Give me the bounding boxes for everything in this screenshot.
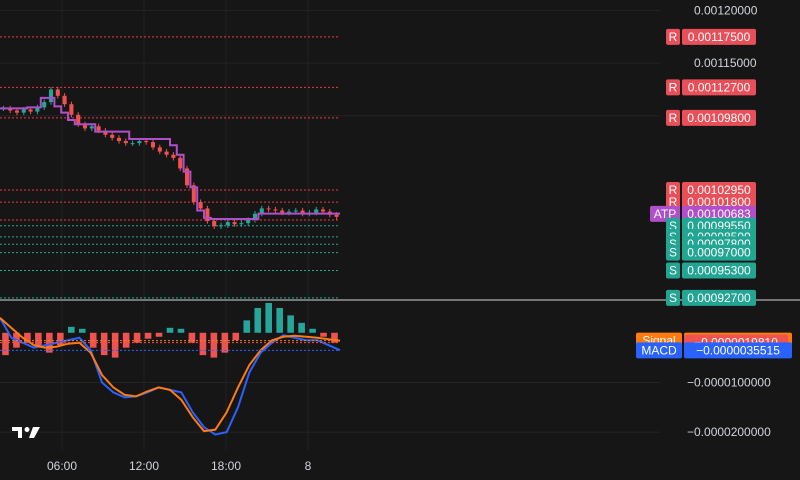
histogram-bar bbox=[144, 332, 152, 339]
candle-body bbox=[28, 109, 33, 112]
histogram-bar bbox=[177, 328, 185, 333]
candle-body bbox=[110, 134, 115, 138]
tag-value: 0.00095300 bbox=[687, 264, 751, 278]
axis-tags: R 0.00117500R 0.00112700R 0.00109800R 0.0010… bbox=[636, 28, 792, 359]
candle-body bbox=[232, 222, 237, 225]
level-tag: R 0.00112700 bbox=[666, 79, 756, 96]
tag-value: 0.00117500 bbox=[688, 30, 751, 44]
level-tag: S 0.00097000 bbox=[666, 244, 756, 261]
level-tag: MACD −0.0000035515 bbox=[636, 342, 792, 359]
candle-body bbox=[55, 89, 60, 96]
histogram-bar bbox=[166, 327, 174, 333]
candle-body bbox=[280, 210, 285, 213]
histogram-bar bbox=[254, 307, 262, 333]
grid bbox=[0, 0, 660, 450]
tag-value: 0.00092700 bbox=[687, 291, 751, 305]
macd-tick-label: −0.0000200000 bbox=[687, 425, 771, 439]
candle-body bbox=[157, 147, 162, 152]
histogram-bar bbox=[210, 332, 218, 358]
candle-body bbox=[21, 109, 26, 113]
price-levels bbox=[0, 36, 340, 299]
trading-chart[interactable]: 0.001200000.001150000.00110000−0.0000100… bbox=[0, 0, 800, 480]
histogram-bar bbox=[68, 326, 75, 333]
candle-body bbox=[212, 221, 217, 227]
histogram-bar bbox=[309, 328, 316, 333]
tag-value: −0.0000035515 bbox=[696, 343, 780, 357]
candle-body bbox=[205, 208, 210, 222]
tag-label: R bbox=[669, 30, 678, 44]
histogram-bar bbox=[78, 328, 86, 333]
candle-body bbox=[48, 89, 54, 103]
price-tick-label: 0.00120000 bbox=[694, 4, 758, 18]
histogram-bar bbox=[243, 320, 251, 333]
histogram-bar bbox=[188, 332, 196, 343]
candle-body bbox=[178, 157, 183, 169]
candle-body bbox=[69, 104, 74, 115]
histogram-bar bbox=[199, 332, 207, 356]
histogram-bar bbox=[276, 307, 283, 333]
histogram-bar bbox=[2, 332, 9, 356]
candle-body bbox=[116, 137, 122, 142]
time-tick-label: 8 bbox=[305, 459, 312, 473]
histogram-bar bbox=[100, 332, 108, 356]
candle-body bbox=[171, 154, 176, 158]
candle-body bbox=[246, 220, 251, 224]
histogram-bar bbox=[298, 322, 305, 333]
tag-label: S bbox=[669, 264, 677, 278]
tag-label: S bbox=[669, 246, 677, 260]
tag-label: S bbox=[669, 291, 677, 305]
time-tick-label: 18:00 bbox=[211, 459, 241, 473]
level-tag: S 0.00095300 bbox=[666, 262, 756, 279]
candle-body bbox=[164, 151, 169, 155]
candle-body bbox=[42, 102, 47, 108]
time-tick-label: 12:00 bbox=[129, 459, 159, 473]
candle-body bbox=[314, 209, 319, 213]
candle-body bbox=[130, 143, 135, 145]
tag-value: 0.00097000 bbox=[687, 246, 751, 260]
candle-body bbox=[218, 225, 224, 227]
tag-label: MACD bbox=[641, 343, 677, 357]
logo-mark-dot bbox=[24, 427, 30, 432]
level-tag: S 0.00092700 bbox=[666, 289, 756, 306]
candle-body bbox=[123, 141, 128, 144]
candle-body bbox=[14, 110, 20, 113]
candles bbox=[1, 86, 339, 229]
candle-body bbox=[144, 141, 149, 143]
candle-body bbox=[150, 142, 156, 148]
candle-body bbox=[266, 208, 271, 210]
level-tag: R 0.00117500 bbox=[666, 28, 756, 45]
candle-body bbox=[334, 214, 339, 217]
chart-canvas[interactable]: 0.001200000.001150000.00110000−0.0000100… bbox=[0, 0, 800, 480]
histogram-bar bbox=[111, 332, 119, 358]
candle-body bbox=[76, 114, 81, 125]
histogram-bar bbox=[320, 332, 327, 337]
candle-body bbox=[198, 202, 203, 209]
price-tick-label: 0.00115000 bbox=[694, 56, 757, 70]
time-tick-label: 06:00 bbox=[47, 459, 77, 473]
candle-body bbox=[62, 95, 67, 105]
candle-body bbox=[225, 222, 230, 226]
candle-body bbox=[89, 126, 94, 129]
level-tag: R 0.00109800 bbox=[666, 109, 756, 126]
macd-tick-label: −0.0000100000 bbox=[687, 375, 771, 389]
candle-body bbox=[320, 209, 326, 212]
candle-body bbox=[293, 210, 298, 212]
candle-body bbox=[239, 223, 244, 225]
tag-label: R bbox=[669, 111, 678, 125]
histogram-bar bbox=[133, 332, 141, 343]
histogram-bar bbox=[155, 332, 163, 337]
tag-label: R bbox=[669, 80, 678, 94]
candle-body bbox=[273, 209, 278, 211]
histogram-bar bbox=[265, 302, 272, 333]
candle-body bbox=[286, 211, 292, 213]
time-axis[interactable]: 06:00 12:00 18:00 8 bbox=[47, 459, 312, 473]
tag-value: 0.00109800 bbox=[687, 111, 751, 125]
macd-pane bbox=[0, 302, 341, 436]
histogram-bar bbox=[287, 315, 294, 333]
candle-body bbox=[137, 141, 142, 144]
candle-body bbox=[96, 126, 101, 131]
tag-value: 0.00112700 bbox=[688, 80, 751, 94]
histogram-bar bbox=[232, 332, 240, 341]
